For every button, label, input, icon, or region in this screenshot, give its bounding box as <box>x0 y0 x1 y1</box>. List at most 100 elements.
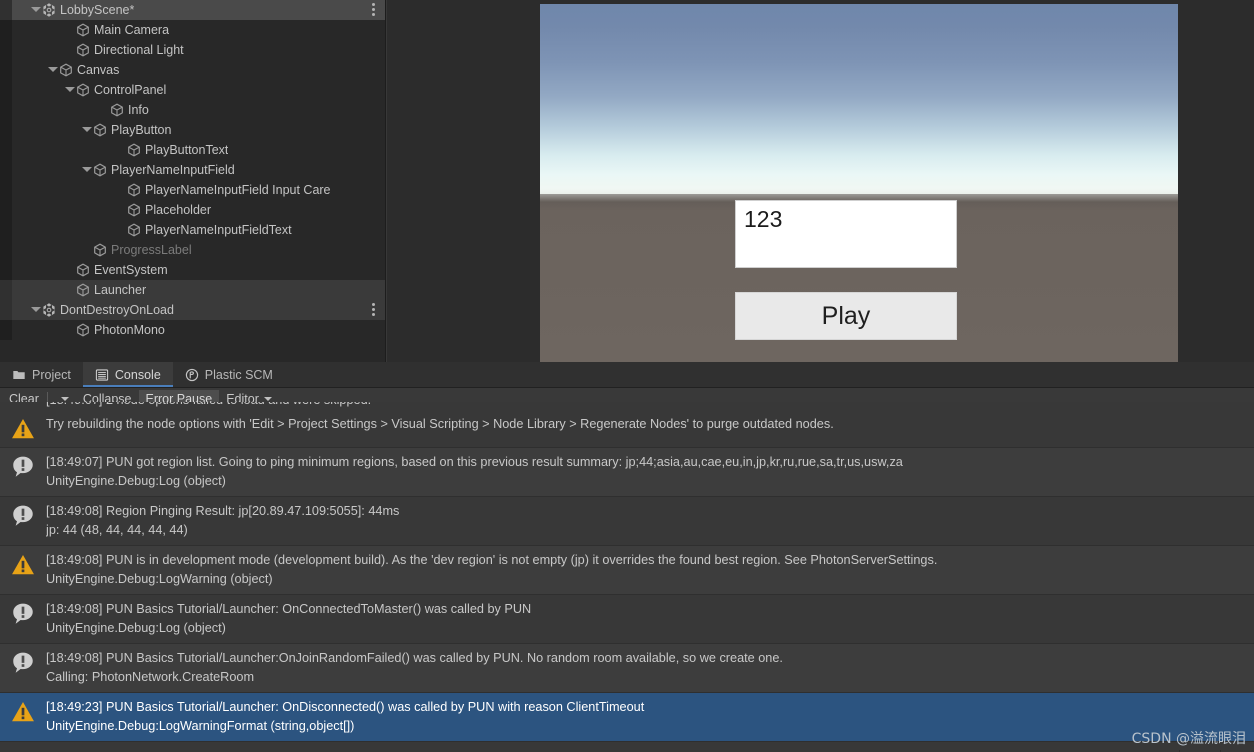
hierarchy-item-controlpanel[interactable]: ControlPanel <box>0 80 385 100</box>
hierarchy-item-placeholder[interactable]: Placeholder <box>0 200 385 220</box>
gameobject-icon <box>126 222 142 238</box>
disclosure-triangle-icon[interactable] <box>47 60 58 80</box>
gameobject-icon <box>92 242 108 258</box>
folder-icon <box>12 368 26 382</box>
hierarchy-gutter <box>0 60 12 80</box>
clipped-log-text: [18:49:07] 2 node options failed to load… <box>0 402 1254 410</box>
bottom-dock: Project Console Plastic SCM Clear Collapse… <box>0 362 1254 752</box>
console-message-line2: UnityEngine.Debug:LogWarning (object) <box>46 572 273 586</box>
hierarchy-item-playbuttontext[interactable]: PlayButtonText <box>0 140 385 160</box>
hierarchy-item-label: Info <box>128 103 149 117</box>
unity-editor-window: LobbyScene* Main Camera Directional Light C… <box>0 0 1254 752</box>
console-message-text: [18:49:07] PUN got region list. Going to… <box>46 453 1254 491</box>
console-message-text: [18:49:08] PUN is in development mode (d… <box>46 551 1254 589</box>
hierarchy-item-playernameinputfield-input-care[interactable]: PlayerNameInputField Input Care <box>0 180 385 200</box>
player-name-input[interactable]: 123 <box>735 200 957 268</box>
clipped-log-message: [18:49:07] 2 node options failed to load… <box>0 402 1254 410</box>
hierarchy-item-playernameinputfield[interactable]: PlayerNameInputField <box>0 160 385 180</box>
hierarchy-item-label: DontDestroyOnLoad <box>60 303 174 317</box>
hierarchy-panel[interactable]: LobbyScene* Main Camera Directional Light C… <box>0 0 386 362</box>
hierarchy-item-canvas[interactable]: Canvas <box>0 60 385 80</box>
tab-console[interactable]: Console <box>82 362 173 387</box>
hierarchy-item-label: PlayerNameInputField <box>111 163 235 177</box>
disclosure-triangle-icon[interactable] <box>30 300 41 320</box>
disclosure-triangle-icon[interactable] <box>81 160 92 180</box>
hierarchy-item-eventsystem[interactable]: EventSystem <box>0 260 385 280</box>
hierarchy-item-progresslabel[interactable]: ProgressLabel <box>0 240 385 260</box>
disclosure-spacer <box>115 140 126 160</box>
editor-right-area <box>1178 0 1254 362</box>
console-message-text: [18:49:08] PUN Basics Tutorial/Launcher:… <box>46 600 1254 638</box>
console-message-line1: [18:49:07] PUN got region list. Going to… <box>46 455 903 469</box>
tab-label: Plastic SCM <box>204 367 273 382</box>
console-message-row[interactable]: [18:49:07] PUN got region list. Going to… <box>0 448 1254 497</box>
hierarchy-item-label: ProgressLabel <box>111 243 192 257</box>
disclosure-spacer <box>81 240 92 260</box>
disclosure-spacer <box>98 100 109 120</box>
indent-spacer <box>0 240 81 260</box>
console-message-row[interactable]: Try rebuilding the node options with 'Ed… <box>0 410 1254 448</box>
hierarchy-item-main-camera[interactable]: Main Camera <box>0 20 385 40</box>
gameobject-icon <box>126 202 142 218</box>
hierarchy-item-label: ControlPanel <box>94 83 167 97</box>
gameobject-icon <box>126 182 142 198</box>
disclosure-spacer <box>64 260 75 280</box>
gameobject-icon <box>126 142 142 158</box>
hierarchy-item-label: Launcher <box>94 283 147 297</box>
hierarchy-item-dontdestroyonload[interactable]: DontDestroyOnLoad <box>0 300 385 320</box>
console-message-row[interactable]: [18:49:08] PUN is in development mode (d… <box>0 546 1254 595</box>
disclosure-triangle-icon[interactable] <box>30 0 41 20</box>
hierarchy-gutter <box>0 100 12 120</box>
console-message-row[interactable]: [18:49:08] PUN Basics Tutorial/Launcher:… <box>0 644 1254 693</box>
disclosure-triangle-icon[interactable] <box>64 80 75 100</box>
tab-plastic-scm[interactable]: Plastic SCM <box>173 362 285 387</box>
hierarchy-gutter <box>0 120 12 140</box>
hierarchy-item-label: PhotonMono <box>94 323 165 337</box>
hierarchy-item-photonmono[interactable]: PhotonMono <box>0 320 385 340</box>
console-message-line1: Try rebuilding the node options with 'Ed… <box>46 417 834 431</box>
console-message-list[interactable]: Try rebuilding the node options with 'Ed… <box>0 410 1254 752</box>
tab-label: Console <box>114 367 161 382</box>
hierarchy-item-lobbyscene[interactable]: LobbyScene* <box>0 0 385 20</box>
console-message-line1: [18:49:08] PUN is in development mode (d… <box>46 553 938 567</box>
hierarchy-item-label: Placeholder <box>145 203 212 217</box>
more-options-icon[interactable] <box>372 303 375 317</box>
more-options-icon[interactable] <box>372 3 375 17</box>
hierarchy-item-directional-light[interactable]: Directional Light <box>0 40 385 60</box>
hierarchy-gutter <box>0 40 12 60</box>
indent-spacer <box>0 160 81 180</box>
console-message-row[interactable]: [18:49:08] PUN Basics Tutorial/Launcher:… <box>0 595 1254 644</box>
console-message-line2: UnityEngine.Debug:Log (object) <box>46 474 226 488</box>
console-message-line2: UnityEngine.Debug:Log (object) <box>46 621 226 635</box>
gameobject-icon <box>75 82 91 98</box>
console-icon <box>95 368 109 382</box>
hierarchy-item-label: PlayButtonText <box>145 143 229 157</box>
hierarchy-item-info[interactable]: Info <box>0 100 385 120</box>
game-view[interactable]: 123 Play <box>540 4 1178 362</box>
hierarchy-item-launcher[interactable]: Launcher <box>0 280 385 300</box>
hierarchy-gutter <box>0 240 12 260</box>
console-message-row[interactable]: [18:49:23] PUN Basics Tutorial/Launcher:… <box>0 693 1254 742</box>
hierarchy-item-playernameinputfieldtext[interactable]: PlayerNameInputFieldText <box>0 220 385 240</box>
console-message-row[interactable]: [18:49:08] Region Pinging Result: jp[20.… <box>0 497 1254 546</box>
gameobject-icon <box>75 42 91 58</box>
hierarchy-item-label: LobbyScene* <box>60 3 135 17</box>
disclosure-spacer <box>115 180 126 200</box>
hierarchy-item-label: PlayButton <box>111 123 172 137</box>
gameobject-icon <box>109 102 125 118</box>
hierarchy-item-label: PlayerNameInputField Input Care <box>145 183 331 197</box>
play-button[interactable]: Play <box>735 292 957 340</box>
hierarchy-item-label: EventSystem <box>94 263 168 277</box>
console-message-text: [18:49:08] PUN Basics Tutorial/Launcher:… <box>46 649 1254 687</box>
unity-scene-icon <box>41 2 57 18</box>
hierarchy-gutter <box>0 0 12 20</box>
disclosure-spacer <box>64 20 75 40</box>
tab-project[interactable]: Project <box>0 362 83 387</box>
warning-icon <box>0 698 46 724</box>
gameobject-icon <box>92 122 108 138</box>
disclosure-triangle-icon[interactable] <box>81 120 92 140</box>
hierarchy-item-playbutton[interactable]: PlayButton <box>0 120 385 140</box>
hierarchy-gutter <box>0 20 12 40</box>
console-message-line1: [18:49:08] Region Pinging Result: jp[20.… <box>46 504 400 518</box>
chevron-down-icon <box>60 396 69 401</box>
